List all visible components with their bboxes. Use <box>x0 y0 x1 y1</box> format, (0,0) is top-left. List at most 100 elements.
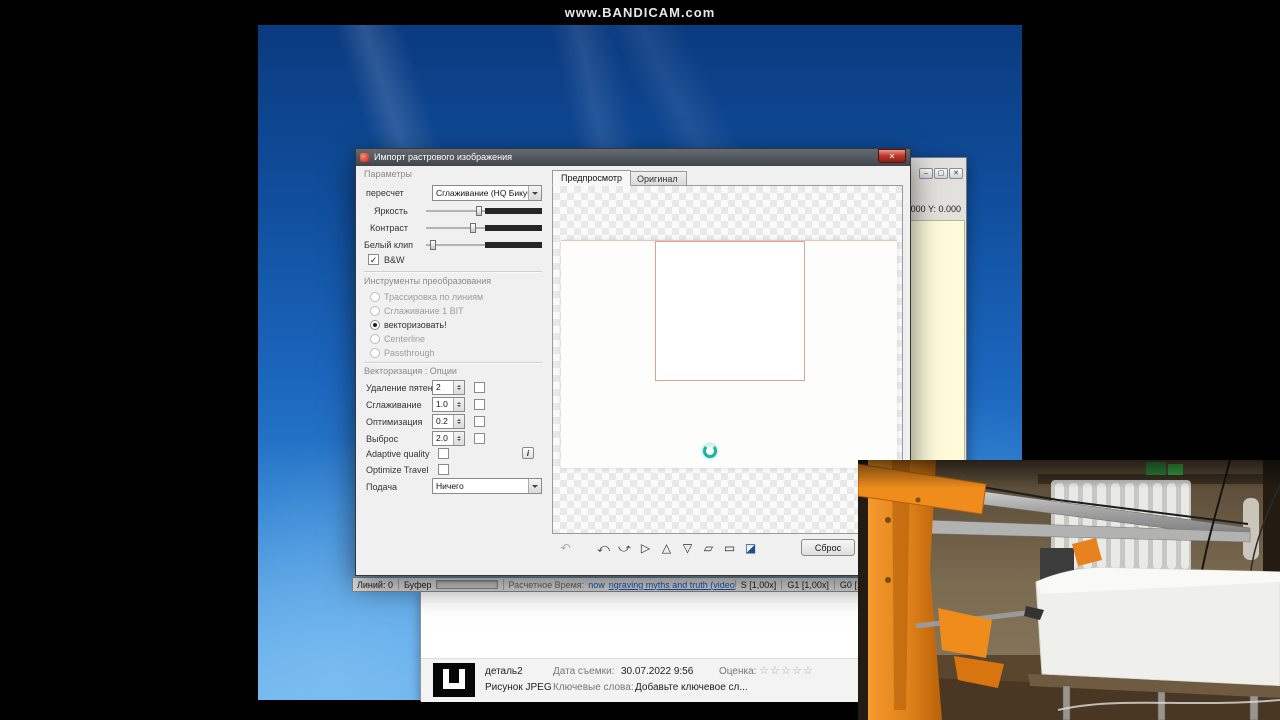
bandicam-watermark-text: www.BANDICAM.com <box>564 5 716 20</box>
slider-thumb[interactable] <box>430 240 436 250</box>
divider <box>364 362 542 363</box>
maximize-button[interactable]: ▢ <box>934 168 948 179</box>
adaptive-quality-checkbox[interactable] <box>438 448 449 459</box>
radio-trace-lines-label: Трассировка по линиям <box>384 292 484 302</box>
letterbox-left <box>0 0 258 720</box>
feed-dropdown[interactable]: Ничего <box>432 478 542 494</box>
undo-icon[interactable]: ↶ <box>556 540 575 557</box>
brightness-label: Яркость <box>374 206 408 216</box>
photo-keywords-value[interactable]: Добавьте ключевое сл... <box>635 682 748 693</box>
bw-label: B&W <box>384 255 405 265</box>
estimated-time-label: Расчетное Время: <box>508 579 585 590</box>
despeckle-spinner[interactable]: 2 <box>432 380 465 395</box>
optimization-checkbox[interactable] <box>474 416 485 427</box>
slider-thumb[interactable] <box>476 206 482 216</box>
despeckle-checkbox[interactable] <box>474 382 485 393</box>
optimization-value: 0.2 <box>436 416 448 426</box>
coordinate-readout: 000 Y: 0.000 <box>910 204 961 214</box>
dialog-close-button[interactable]: ✕ <box>878 149 906 163</box>
slider-fill <box>485 242 542 248</box>
resample-dropdown[interactable]: Сглаживание (HQ Бикубичес <box>432 185 542 201</box>
shear-icon[interactable]: ▱ <box>699 540 718 557</box>
outlier-spinner[interactable]: 2.0 <box>432 431 465 446</box>
smoothing-label: Сглаживание <box>366 400 422 410</box>
rotate-right-icon[interactable]: ⤻ <box>615 540 634 557</box>
loading-spinner-icon <box>703 444 717 458</box>
resample-value: Сглаживание (HQ Бикубичес <box>436 188 542 198</box>
outlier-value: 2.0 <box>436 433 448 443</box>
star-icon[interactable]: ☆ <box>770 664 781 677</box>
radio-centerline-label: Centerline <box>384 334 426 344</box>
bandicam-watermark-bar: www.BANDICAM.com <box>0 0 1280 25</box>
despeckle-label: Удаление пятен <box>366 383 433 393</box>
outlier-checkbox[interactable] <box>474 433 485 444</box>
info-icon[interactable]: i <box>522 447 534 459</box>
spin-arrows-icon[interactable] <box>453 398 464 411</box>
flip-up-icon[interactable]: △ <box>657 540 676 557</box>
photo-thumbnail-shape <box>443 669 465 689</box>
radio-vectorize[interactable] <box>370 320 380 330</box>
white-clip-slider[interactable] <box>426 239 542 251</box>
vector-options-group-label: Векторизация : Опции <box>364 366 457 376</box>
photo-keywords-label: Ключевые слова: <box>553 682 634 693</box>
params-group-label: Параметры <box>364 169 412 179</box>
optimization-spinner[interactable]: 0.2 <box>432 414 465 429</box>
contrast-label: Контраст <box>370 223 408 233</box>
estimated-time-value: now <box>588 579 605 590</box>
dropdown-arrow-icon <box>528 186 541 200</box>
optimize-travel-checkbox[interactable] <box>438 464 449 475</box>
rotate-left-icon[interactable]: ⤺ <box>594 540 613 557</box>
minimize-button[interactable]: – <box>919 168 933 179</box>
photo-rating-label: Оценка: <box>719 666 757 677</box>
app-icon <box>360 153 369 162</box>
photo-thumbnail[interactable] <box>433 663 475 697</box>
spin-arrows-icon[interactable] <box>453 432 464 445</box>
status-divider <box>397 579 399 590</box>
photo-filename: деталь2 <box>485 666 523 677</box>
trace-icon[interactable]: ◪ <box>741 540 760 557</box>
photo-type: Рисунок JPEG <box>485 682 552 693</box>
flip-down-icon[interactable]: ▽ <box>678 540 697 557</box>
slider-thumb[interactable] <box>470 223 476 233</box>
feed-label: Подача <box>366 482 398 492</box>
tab-preview[interactable]: Предпросмотр <box>552 170 632 186</box>
frame-icon[interactable]: ▭ <box>720 540 739 557</box>
preview-image-outline <box>655 241 805 381</box>
star-icon[interactable]: ☆ <box>803 664 814 677</box>
spin-arrows-icon[interactable] <box>453 415 464 428</box>
photo-date-value: 30.07.2022 9:56 <box>621 666 694 677</box>
feed-value: Ничего <box>436 481 464 491</box>
radio-smooth-1bit[interactable] <box>370 306 380 316</box>
radio-smooth-1bit-label: Сглаживание 1 BIT <box>384 306 464 316</box>
star-icon[interactable]: ☆ <box>781 664 792 677</box>
radio-passthrough[interactable] <box>370 348 380 358</box>
optimization-label: Оптимизация <box>366 417 423 427</box>
flip-horizontal-icon[interactable]: ▷ <box>636 540 655 557</box>
tools-group-label: Инструменты преобразования <box>364 276 492 286</box>
contrast-slider[interactable] <box>426 222 542 234</box>
buffer-label: Буфер <box>403 579 432 590</box>
bw-checkbox[interactable]: ✓ <box>368 254 379 265</box>
brightness-slider[interactable] <box>426 205 542 217</box>
tab-original[interactable]: Оригинал <box>628 171 687 186</box>
white-clip-label: Белый клип <box>364 240 414 250</box>
star-icon[interactable]: ☆ <box>792 664 803 677</box>
divider <box>364 271 542 272</box>
dialog-title-bar[interactable]: Импорт растрового изображения ✕ <box>356 149 910 166</box>
preview-canvas[interactable] <box>552 185 903 534</box>
smoothing-spinner[interactable]: 1.0 <box>432 397 465 412</box>
window-controls: – ▢ ✕ <box>918 162 963 180</box>
slider-fill <box>485 225 542 231</box>
radio-centerline[interactable] <box>370 334 380 344</box>
radio-vectorize-label: векторизовать! <box>384 320 447 330</box>
spin-arrows-icon[interactable] <box>453 381 464 394</box>
radio-trace-lines[interactable] <box>370 292 380 302</box>
smoothing-checkbox[interactable] <box>474 399 485 410</box>
video-link[interactable]: ngraving myths and truth (video <box>609 580 735 590</box>
star-icon[interactable]: ☆ <box>759 664 770 677</box>
reset-button[interactable]: Сброс <box>801 539 855 556</box>
resample-label: пересчет <box>366 188 404 198</box>
import-raster-dialog: Импорт растрового изображения ✕ Параметр… <box>355 148 911 576</box>
close-button[interactable]: ✕ <box>949 168 963 179</box>
buffer-progressbar <box>435 580 498 589</box>
